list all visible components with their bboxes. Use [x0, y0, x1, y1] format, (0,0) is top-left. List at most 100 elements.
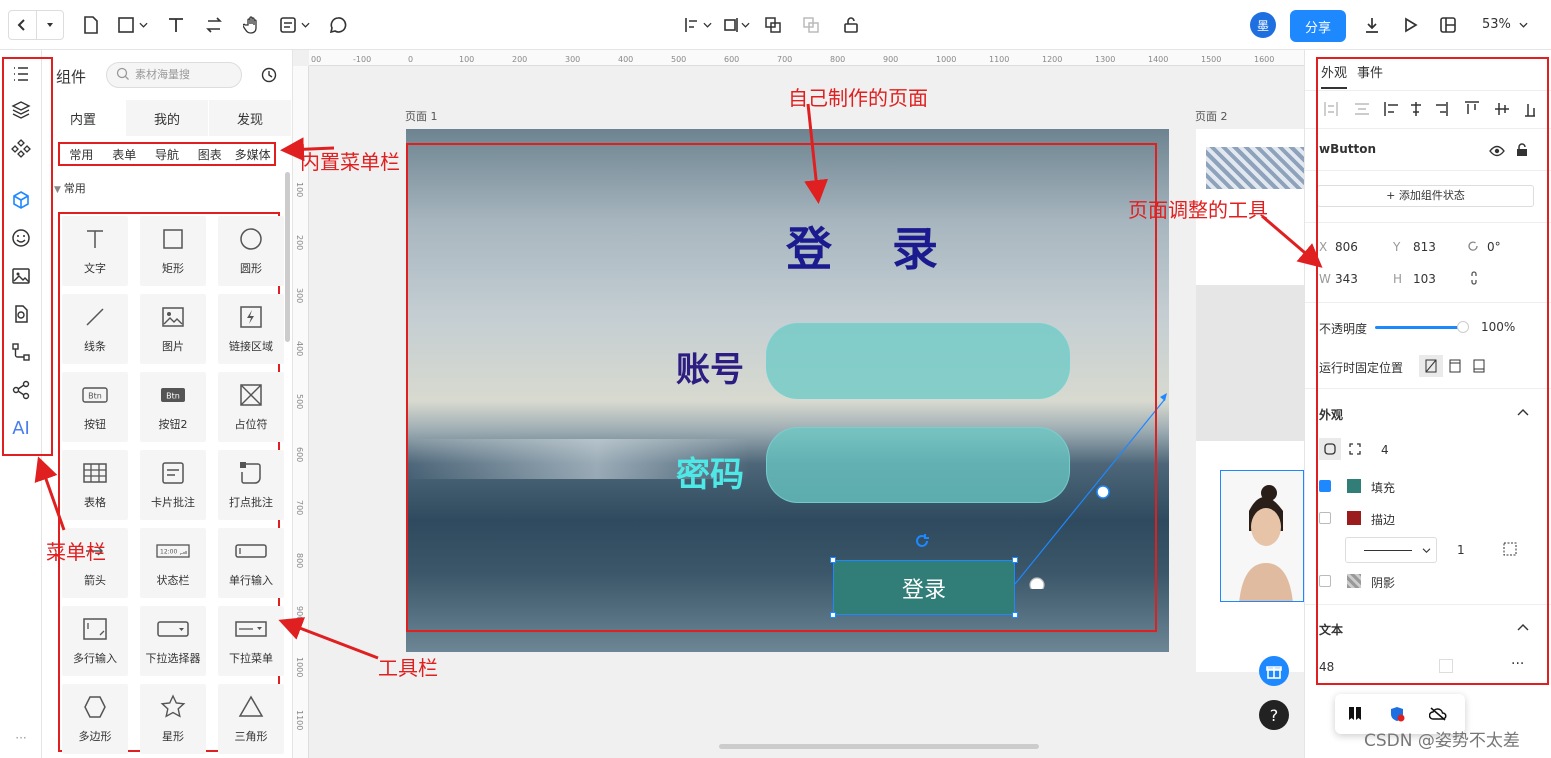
shield-icon[interactable] [1389, 706, 1405, 722]
back-dropdown-icon[interactable] [37, 11, 64, 39]
share-button[interactable]: 分享 [1290, 10, 1346, 42]
ruler-tick: 1400 [1148, 55, 1169, 64]
ruler-tick: 400 [618, 55, 634, 64]
component-statusbar[interactable]: 12:00 状态栏 [140, 528, 206, 598]
ruler-tick: 700 [777, 55, 793, 64]
component-star[interactable]: 星形 [140, 684, 206, 754]
component-label: 占位符 [234, 418, 268, 431]
design-canvas[interactable]: 00 -100 0 100 200 300 400 500 600 700 80… [293, 50, 1304, 758]
component-single-input[interactable]: 单行输入 [218, 528, 284, 598]
rectangle-icon [163, 229, 183, 249]
svg-text:Btn: Btn [166, 392, 180, 401]
tab-builtin[interactable]: 内置 [42, 100, 124, 136]
unlock-icon[interactable] [839, 13, 863, 37]
annotation-page-tools: 页面调整的工具 [1128, 198, 1268, 222]
component-card-note[interactable]: 卡片批注 [140, 450, 206, 520]
component-select[interactable]: 下拉选择器 [140, 606, 206, 676]
component-multi-input[interactable]: 多行输入 [62, 606, 128, 676]
category-nav[interactable]: 导航 [146, 144, 189, 164]
chevron-down-icon[interactable] [1516, 13, 1530, 37]
ruler-tick: 400 [295, 341, 304, 357]
component-rect[interactable]: 矩形 [140, 216, 206, 286]
comment-icon[interactable] [326, 13, 350, 37]
page2-label: 页面 2 [1195, 110, 1228, 123]
component-label: 状态栏 [156, 574, 190, 587]
component-circle[interactable]: 圆形 [218, 216, 284, 286]
ruler-tick: 900 [295, 606, 304, 622]
component-label: 链接区域 [229, 340, 273, 353]
top-toolbar: 墨 分享 53% [0, 0, 1551, 50]
chevron-down-icon[interactable] [298, 13, 312, 37]
category-common[interactable]: 常用 [60, 144, 103, 164]
chevron-down-icon[interactable] [136, 13, 150, 37]
menu-bar-frame [2, 57, 53, 456]
component-label: 文字 [84, 262, 106, 275]
canvas-scrollbar[interactable] [719, 744, 1039, 749]
component-image[interactable]: 图片 [140, 294, 206, 364]
connector-tool-icon[interactable] [202, 13, 226, 37]
ruler-tick: 200 [295, 235, 304, 251]
ruler-tick: 200 [512, 55, 528, 64]
line-icon [86, 308, 104, 326]
tab-mine[interactable]: 我的 [126, 100, 208, 136]
ruler-tick: 700 [295, 500, 304, 516]
component-button2[interactable]: Btn 按钮2 [140, 372, 206, 442]
avatar[interactable]: 墨 [1250, 12, 1276, 38]
more-icon[interactable]: ··· [9, 726, 33, 750]
page2-portrait-image [1220, 470, 1304, 602]
annotation-own-page: 自己制作的页面 [788, 86, 928, 110]
annotation-toolbar: 工具栏 [378, 656, 438, 680]
zoom-level[interactable]: 53% [1482, 17, 1511, 32]
hand-tool-icon[interactable] [240, 13, 264, 37]
history-icon[interactable] [260, 66, 278, 84]
component-triangle[interactable]: 三角形 [218, 684, 284, 754]
section-header[interactable]: ▼ 常用 [54, 180, 86, 196]
gift-icon[interactable] [1259, 656, 1289, 686]
category-form[interactable]: 表单 [103, 144, 146, 164]
ruler-tick: 1000 [936, 55, 957, 64]
component-text[interactable]: 文字 [62, 216, 128, 286]
category-chart[interactable]: 图表 [188, 144, 231, 164]
component-pin-note[interactable]: 打点批注 [218, 450, 284, 520]
component-label: 圆形 [240, 262, 262, 275]
component-polygon[interactable]: 多边形 [62, 684, 128, 754]
pin-note-icon [240, 462, 261, 484]
ruler-tick: 00 [311, 55, 322, 64]
text-tool-icon[interactable] [164, 13, 188, 37]
play-icon[interactable] [1398, 13, 1422, 37]
bookmark-icon[interactable] [1347, 706, 1363, 722]
category-media[interactable]: 多媒体 [231, 144, 274, 164]
ruler-tick: 600 [724, 55, 740, 64]
component-table[interactable]: 表格 [62, 450, 128, 520]
chevron-down-icon[interactable] [700, 13, 714, 37]
panel-scrollbar[interactable] [285, 172, 290, 342]
layout-icon[interactable] [1436, 13, 1460, 37]
back-control[interactable] [8, 10, 64, 40]
component-placeholder[interactable]: 占位符 [218, 372, 284, 442]
component-button[interactable]: Btn 按钮 [62, 372, 128, 442]
ruler-tick: 900 [883, 55, 899, 64]
ruler-tick: 1000 [295, 657, 304, 678]
category-tabs: 常用 表单 导航 图表 多媒体 [58, 142, 276, 166]
triangle-icon [238, 695, 264, 717]
back-arrow-icon[interactable] [9, 11, 37, 39]
component-dropdown-menu[interactable]: 下拉菜单 [218, 606, 284, 676]
help-icon[interactable]: ? [1259, 700, 1289, 730]
component-link-area[interactable]: 链接区域 [218, 294, 284, 364]
component-label: 箭头 [84, 574, 106, 587]
download-icon[interactable] [1360, 13, 1384, 37]
ruler-tick: 100 [459, 55, 475, 64]
cloud-off-icon[interactable] [1429, 706, 1447, 722]
card-note-icon [162, 462, 184, 484]
page-icon[interactable] [79, 13, 103, 37]
statusbar-icon: 12:00 [156, 544, 190, 558]
chevron-down-icon[interactable] [738, 13, 752, 37]
tab-discover[interactable]: 发现 [209, 100, 291, 136]
ruler-tick: 800 [830, 55, 846, 64]
component-line[interactable]: 线条 [62, 294, 128, 364]
note-tool-icon[interactable] [276, 13, 300, 37]
placeholder-icon [240, 384, 262, 406]
group-icon[interactable] [761, 13, 785, 37]
rectangle-tool-icon[interactable] [114, 13, 138, 37]
components-panel: 组件 素材海量搜 内置 我的 发现 常用 表单 导航 图表 多媒体 ▼ 常用 文… [42, 50, 293, 758]
